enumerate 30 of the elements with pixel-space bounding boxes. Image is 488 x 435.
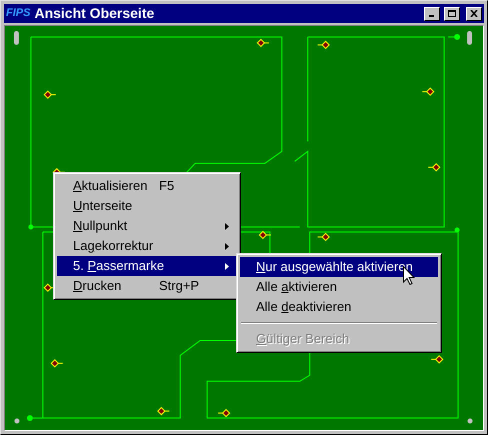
- pad-marker: [258, 230, 272, 240]
- pad-marker: [44, 90, 56, 99]
- maximize-button[interactable]: [444, 6, 460, 20]
- close-icon: [470, 10, 478, 17]
- pad-marker: [317, 40, 330, 50]
- pad-marker: [422, 87, 434, 96]
- pad-marker: [430, 355, 444, 364]
- pad-marker: [317, 232, 330, 242]
- menu-item[interactable]: 5. Passermarke: [57, 256, 237, 276]
- pad-marker: [256, 38, 270, 48]
- submenu-arrow-icon: [225, 222, 229, 230]
- menu-item[interactable]: Nullpunkt: [57, 216, 237, 236]
- pad-marker: [218, 408, 230, 418]
- menu-item[interactable]: Nur ausgewählte aktivieren: [240, 257, 438, 277]
- submenu-arrow-icon: [225, 242, 229, 250]
- maximize-icon: [448, 10, 456, 17]
- menu-item[interactable]: Alle aktivieren: [240, 277, 438, 297]
- pad-marker: [157, 406, 170, 416]
- pad-marker: [428, 163, 440, 172]
- menu-item[interactable]: Unterseite: [57, 196, 237, 216]
- pad-marker: [50, 359, 64, 368]
- menu-item[interactable]: Lagekorrektur: [57, 236, 237, 256]
- app-logo: FIPS: [6, 8, 30, 19]
- menu-item[interactable]: Drucken Strg+P: [57, 276, 237, 296]
- menu-item[interactable]: Alle deaktivieren: [240, 297, 438, 317]
- window-title: Ansicht Oberseite: [34, 4, 156, 23]
- minimize-button[interactable]: [424, 6, 440, 20]
- menu-item[interactable]: Aktualisieren F5: [57, 176, 237, 196]
- submenu-arrow-icon: [225, 262, 229, 270]
- close-button[interactable]: [466, 6, 482, 20]
